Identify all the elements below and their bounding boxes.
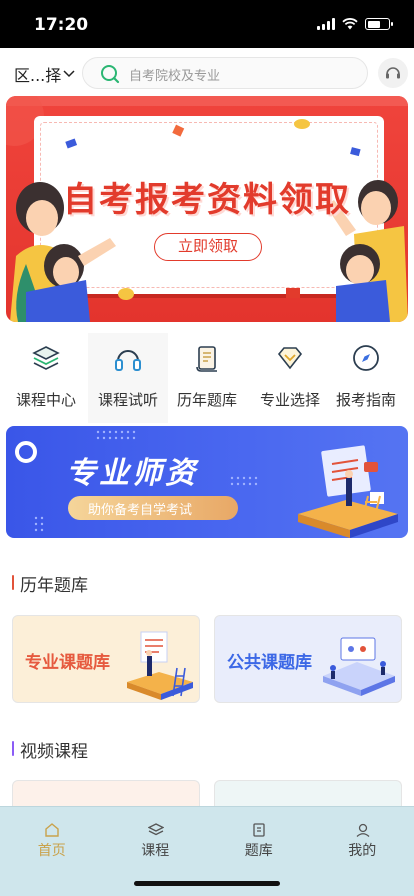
home-indicator [134,881,280,886]
card-label: 公共课题库 [227,653,312,673]
battery-icon [365,18,393,30]
headphones-icon [115,350,141,371]
user-icon [356,823,369,837]
study-illustration-icon [127,631,193,700]
quick-item-label: 课程试听 [97,391,158,409]
tab-label: 课程 [141,843,170,859]
quick-item-exam-guide[interactable]: 报考指南 [326,333,406,423]
status-bar: 17:20 [0,0,414,48]
region-label: 区...择 [14,66,62,85]
book-icon [253,823,265,837]
tab-home[interactable]: 首页 [0,807,104,863]
section-title-video-courses: 视频课程 [12,737,88,762]
header: 区...择 自考院校及专业 [0,48,414,96]
layers-icon [147,823,164,836]
compass-icon [353,345,379,371]
platform-illustration-icon [323,637,395,696]
tab-label: 题库 [244,843,273,859]
tab-profile[interactable]: 我的 [311,807,414,863]
status-icons [317,18,393,30]
battery-level [367,20,380,28]
quick-item-past-papers[interactable]: 历年题库 [167,333,247,423]
teacher-banner[interactable]: 专业师资 助你备考自学考试 [6,426,408,538]
quick-item-major-selection[interactable]: 专业选择 [250,333,330,423]
quick-item-label: 报考指南 [335,391,396,409]
quick-item-label: 专业选择 [259,391,320,409]
home-icon [45,823,59,837]
section-title-question-bank: 历年题库 [12,571,88,596]
card-public-question-bank[interactable]: 公共课题库 [214,615,402,703]
search-placeholder: 自考院校及专业 [129,69,221,84]
app: 17:20 区...择 自考院校及专业 自考报考资料领取 立即领取 课程中心 课… [0,0,414,896]
tab-question-bank[interactable]: 题库 [207,807,311,863]
headset-icon [386,67,400,79]
chevron-down-icon [63,70,75,78]
teacher-banner-subtitle: 助你备考自学考试 [88,503,193,518]
card-major-question-bank[interactable]: 专业课题库 [12,615,200,703]
quick-menu: 课程中心 课程试听 历年题库 专业选择 报考指南 [0,333,414,423]
diamond-icon [277,347,303,370]
customer-service-button[interactable] [378,58,408,88]
card-label: 专业课题库 [25,653,110,673]
teacher-banner-title: 专业师资 [66,456,198,491]
quick-item-course-preview[interactable]: 课程试听 [88,333,168,423]
status-time: 17:20 [34,15,89,35]
promo-banner[interactable]: 自考报考资料领取 立即领取 [6,96,408,322]
cellular-signal-icon [317,18,335,30]
quick-item-course-center[interactable]: 课程中心 [6,333,86,423]
quick-item-label: 历年题库 [176,391,237,409]
tab-courses[interactable]: 课程 [104,807,208,863]
layers-icon [32,346,60,370]
tab-label: 我的 [348,843,377,859]
tab-label: 首页 [37,843,66,859]
quick-item-label: 课程中心 [15,391,76,409]
wifi-icon [342,18,358,30]
search-icon [101,65,120,84]
claim-now-button[interactable]: 立即领取 [154,233,262,261]
banner-title: 自考报考资料领取 [63,180,351,220]
scroll-icon [196,346,217,372]
region-selector[interactable]: 区...择 [14,62,75,86]
search-input[interactable]: 自考院校及专业 [82,57,368,89]
